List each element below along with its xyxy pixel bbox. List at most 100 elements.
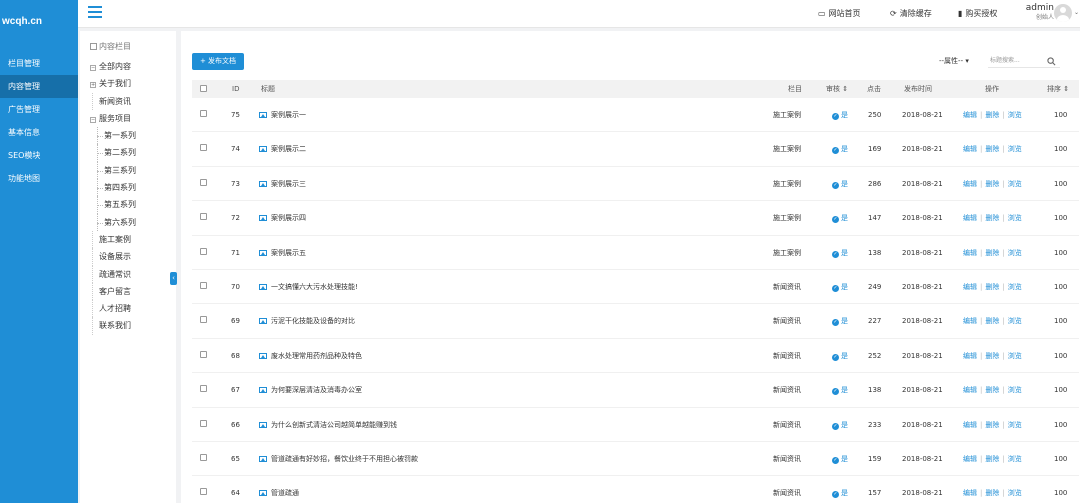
avatar[interactable] [1054, 4, 1072, 22]
row-audit[interactable]: ✓ 是 [832, 98, 848, 132]
chevron-down-icon[interactable]: ⌄ [1074, 9, 1079, 16]
row-audit[interactable]: ✓ 是 [832, 373, 848, 407]
row-title[interactable]: 管道疏通有好妙招，餐饮业终于不用担心被罚款 [259, 442, 418, 476]
edit-link[interactable]: 编辑 [963, 283, 977, 291]
row-title[interactable]: 案例展示一 [259, 98, 306, 132]
row-checkbox[interactable] [200, 373, 207, 407]
row-title[interactable]: 案例展示四 [259, 201, 306, 235]
col-audit[interactable]: 审核 ⇕ [826, 80, 848, 98]
delete-link[interactable]: 删除 [985, 111, 999, 119]
tree-item[interactable]: 客户留言 [80, 282, 176, 301]
row-checkbox[interactable] [200, 442, 207, 476]
row-checkbox[interactable] [200, 201, 207, 235]
edit-link[interactable]: 编辑 [963, 489, 977, 497]
edit-link[interactable]: 编辑 [963, 249, 977, 257]
edit-link[interactable]: 编辑 [963, 455, 977, 463]
tree-item[interactable]: 施工案例 [80, 230, 176, 249]
collapse-tree-button[interactable]: ‹ [170, 272, 177, 285]
row-title[interactable]: 为什么创新式清洁公司越简单越能赚到钱 [259, 408, 397, 442]
sidebar-item[interactable]: SEO模块 [0, 144, 78, 167]
edit-link[interactable]: 编辑 [963, 386, 977, 394]
delete-link[interactable]: 删除 [985, 386, 999, 394]
row-audit[interactable]: ✓ 是 [832, 442, 848, 476]
view-link[interactable]: 浏览 [1008, 111, 1022, 119]
view-link[interactable]: 浏览 [1008, 317, 1022, 325]
sidebar-item[interactable]: 基本信息 [0, 121, 78, 144]
tree-item[interactable]: 设备展示 [80, 248, 176, 266]
delete-link[interactable]: 删除 [985, 352, 999, 360]
row-title[interactable]: 废水处理常用药剂品种及特色 [259, 339, 362, 373]
attribute-select[interactable]: --属性-- ▾ [937, 54, 983, 68]
row-audit[interactable]: ✓ 是 [832, 408, 848, 442]
view-link[interactable]: 浏览 [1008, 145, 1022, 153]
tree-item[interactable]: 第五系列 [80, 196, 176, 214]
delete-link[interactable]: 删除 [985, 489, 999, 497]
tree-item[interactable]: + 关于我们 [80, 75, 176, 92]
tree-toggle-icon[interactable]: + [90, 82, 96, 89]
row-checkbox[interactable] [200, 339, 207, 373]
edit-link[interactable]: 编辑 [963, 214, 977, 222]
clear-cache-link[interactable]: ⟳ 清除缓存 [890, 8, 932, 19]
row-title[interactable]: 案例展示三 [259, 167, 306, 201]
tree-toggle-icon[interactable]: − [90, 116, 96, 123]
buy-license-link[interactable]: ▮ 购买授权 [958, 8, 997, 19]
row-checkbox[interactable] [200, 132, 207, 166]
edit-link[interactable]: 编辑 [963, 421, 977, 429]
row-title[interactable]: 一文搞懂六大污水处理技能! [259, 270, 358, 304]
view-link[interactable]: 浏览 [1008, 455, 1022, 463]
row-audit[interactable]: ✓ 是 [832, 476, 848, 503]
row-audit[interactable]: ✓ 是 [832, 201, 848, 235]
delete-link[interactable]: 删除 [985, 249, 999, 257]
tree-item[interactable]: 第一系列 [80, 127, 176, 145]
row-audit[interactable]: ✓ 是 [832, 236, 848, 270]
tree-item[interactable]: 第三系列 [80, 161, 176, 180]
row-audit[interactable]: ✓ 是 [832, 132, 848, 166]
tree-item[interactable]: 第六系列 [80, 213, 176, 232]
row-audit[interactable]: ✓ 是 [832, 339, 848, 373]
search-icon[interactable] [1047, 54, 1059, 68]
row-checkbox[interactable] [200, 408, 207, 442]
view-link[interactable]: 浏览 [1008, 489, 1022, 497]
tree-item[interactable]: 第二系列 [80, 144, 176, 163]
row-checkbox[interactable] [200, 236, 207, 270]
row-title[interactable]: 案例展示二 [259, 132, 306, 166]
delete-link[interactable]: 删除 [985, 180, 999, 188]
view-link[interactable]: 浏览 [1008, 180, 1022, 188]
tree-item[interactable]: − 全部内容 [80, 58, 176, 75]
row-audit[interactable]: ✓ 是 [832, 304, 848, 338]
delete-link[interactable]: 删除 [985, 421, 999, 429]
delete-link[interactable]: 删除 [985, 455, 999, 463]
delete-link[interactable]: 删除 [985, 317, 999, 325]
view-link[interactable]: 浏览 [1008, 283, 1022, 291]
select-all-checkbox[interactable] [200, 85, 207, 93]
row-title[interactable]: 案例展示五 [259, 236, 306, 270]
tree-item[interactable]: 联系我们 [80, 317, 176, 336]
edit-link[interactable]: 编辑 [963, 111, 977, 119]
sidebar-item[interactable]: 内容管理 [0, 75, 78, 98]
row-checkbox[interactable] [200, 476, 207, 503]
site-home-link[interactable]: ▭ 网站首页 [818, 8, 861, 19]
view-link[interactable]: 浏览 [1008, 249, 1022, 257]
tree-item[interactable]: 新闻资讯 [80, 92, 176, 111]
sidebar-item[interactable]: 功能地图 [0, 167, 78, 190]
delete-link[interactable]: 删除 [985, 283, 999, 291]
view-link[interactable]: 浏览 [1008, 214, 1022, 222]
row-checkbox[interactable] [200, 304, 207, 338]
row-title[interactable]: 为何要深层清洁及消毒办公室 [259, 373, 362, 407]
sidebar-item[interactable]: 广告管理 [0, 98, 78, 121]
delete-link[interactable]: 删除 [985, 145, 999, 153]
sidebar-item[interactable]: 栏目管理 [0, 52, 78, 75]
edit-link[interactable]: 编辑 [963, 352, 977, 360]
view-link[interactable]: 浏览 [1008, 421, 1022, 429]
add-document-button[interactable]: + 发布文档 [192, 53, 244, 70]
tree-item[interactable]: 第四系列 [80, 179, 176, 197]
user-info[interactable]: admin 创始人 [1026, 4, 1054, 22]
tree-toggle-icon[interactable]: − [90, 65, 96, 71]
view-link[interactable]: 浏览 [1008, 386, 1022, 394]
menu-toggle-icon[interactable] [88, 6, 102, 18]
row-audit[interactable]: ✓ 是 [832, 270, 848, 304]
tree-item[interactable]: 疏通常识 [80, 265, 176, 284]
row-audit[interactable]: ✓ 是 [832, 167, 848, 201]
edit-link[interactable]: 编辑 [963, 317, 977, 325]
row-checkbox[interactable] [200, 270, 207, 304]
